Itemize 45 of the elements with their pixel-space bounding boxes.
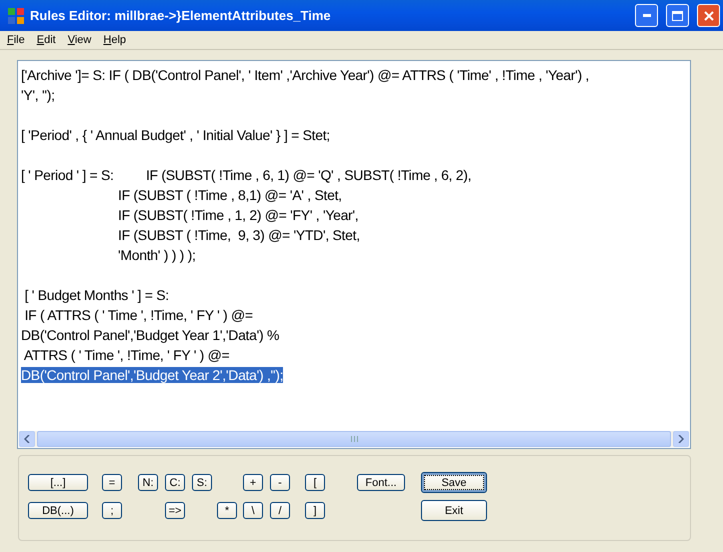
insert-button[interactable]: N:	[138, 474, 158, 491]
code-line: IF (SUBST ( !Time, 9, 3) @= 'YTD', Stet,	[118, 227, 360, 243]
code-line: 'Y', '');	[21, 87, 55, 103]
insert-button[interactable]: DB(...)	[28, 502, 88, 519]
insert-button[interactable]: =>	[165, 502, 185, 519]
app-icon	[8, 8, 24, 24]
maximize-button[interactable]	[666, 4, 689, 27]
menu-item[interactable]: Edit	[32, 34, 63, 46]
code-line: 'Month' ) ) ) );	[118, 247, 196, 263]
insert-button[interactable]: Font...	[357, 474, 405, 491]
insert-button[interactable]: [	[305, 474, 325, 491]
insert-button[interactable]: C:	[165, 474, 185, 491]
insert-button[interactable]: S:	[192, 474, 212, 491]
insert-button[interactable]: Exit	[421, 500, 487, 521]
minimize-button[interactable]	[635, 4, 658, 27]
code-line: [ 'Period' , { ' Annual Budget' , ' Initial Value' } ] = Stet;	[21, 127, 330, 143]
insert-button[interactable]: -	[270, 474, 290, 491]
insert-button[interactable]: ]	[305, 502, 325, 519]
rules-text-editor[interactable]	[17, 60, 691, 449]
minimize-icon	[642, 14, 650, 17]
window-title: Rules Editor: millbrae->}ElementAttributes_Time	[30, 8, 332, 23]
close-button[interactable]	[697, 4, 720, 27]
insert-button[interactable]: \	[243, 502, 263, 519]
code-line: IF (SUBST ( !Time , 8,1) @= 'A' , Stet,	[118, 187, 342, 203]
code-line: [ ' Period ' ] = S: IF (SUBST( !Time , 6, 1) @= 'Q' , SUBST( !Time , 6, 2),	[21, 167, 472, 183]
insert-button[interactable]: Save	[421, 472, 487, 493]
code-line: IF ( ATTRS ( ' Time ', !Time, ' FY ' ) @=	[24, 307, 253, 323]
insert-button[interactable]: +	[243, 474, 263, 491]
menu-item[interactable]: File	[2, 34, 32, 46]
menu-item[interactable]: Help	[98, 34, 134, 46]
code-line: ['Archive ']= S: IF ( DB('Control Panel', ' Item' ,'Archive Year') @= ATTRS ( 'Time' , !Time , 'Year') ,	[21, 67, 589, 83]
code-line: DB('Control Panel','Budget Year 1','Data') %	[21, 327, 280, 343]
insert-button[interactable]: ;	[102, 502, 122, 519]
code-line: ATTRS ( ' Time ', !Time, ' FY ' ) @=	[22, 347, 230, 363]
insert-button[interactable]: =	[102, 474, 122, 491]
insert-button[interactable]: [...]	[28, 474, 88, 491]
insert-button[interactable]: /	[270, 502, 290, 519]
insert-button[interactable]: *	[217, 502, 237, 519]
scroll-right-icon[interactable]	[673, 431, 689, 447]
scroll-left-icon[interactable]	[19, 431, 35, 447]
maximize-icon	[672, 10, 683, 20]
menu-item[interactable]: View	[62, 34, 98, 46]
code-line: [ ' Budget Months ' ] = S:	[24, 287, 169, 303]
close-icon	[704, 10, 714, 20]
code-line: IF (SUBST( !Time , 1, 2) @= 'FY' , 'Year',	[118, 207, 358, 223]
